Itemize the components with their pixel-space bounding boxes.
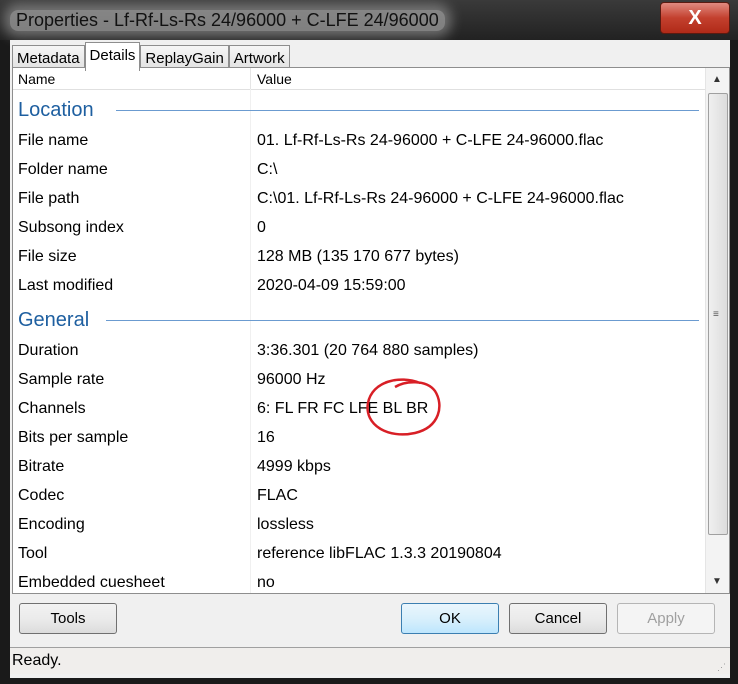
row-name: Channels [18, 400, 86, 417]
row-name: Codec [18, 487, 65, 504]
row-value: 3:36.301 (20 764 880 samples) [257, 342, 479, 359]
row-value: C:\01. Lf-Rf-Ls-Rs 24-96000 + C-LFE 24-9… [257, 190, 624, 207]
dialog-client: Metadata Details ReplayGain Artwork Name… [10, 40, 730, 678]
title-bar[interactable]: Properties - Lf-Rf-Ls-Rs 24/96000 + C-LF… [0, 0, 738, 40]
column-header-name[interactable]: Name [18, 71, 55, 87]
row-name: Last modified [18, 277, 114, 294]
row-name: Encoding [18, 516, 85, 533]
list-row[interactable]: Encoding lossless [13, 511, 705, 540]
row-name: Bits per sample [18, 429, 129, 446]
row-value: 2020-04-09 15:59:00 [257, 277, 406, 294]
status-text: Ready. [12, 652, 62, 669]
row-value: 16 [257, 429, 275, 446]
list-header: Name Value [13, 68, 705, 90]
row-name: Subsong index [18, 219, 124, 236]
scroll-down-icon[interactable]: ▼ [712, 576, 722, 587]
row-value: reference libFLAC 1.3.3 20190804 [257, 545, 502, 562]
cancel-button[interactable]: Cancel [509, 603, 607, 634]
row-name: Sample rate [18, 371, 105, 388]
scroll-thumb[interactable]: ≡ [708, 93, 728, 535]
row-value: C:\ [257, 161, 278, 178]
list-row[interactable]: Bitrate 4999 kbps [13, 453, 705, 482]
row-value: no [257, 574, 275, 591]
list-row[interactable]: File size 128 MB (135 170 677 bytes) [13, 243, 705, 272]
row-value: lossless [257, 516, 314, 533]
resize-grip-icon[interactable]: ⋰ [717, 662, 726, 673]
tab-bar: Metadata Details ReplayGain Artwork [12, 42, 290, 71]
row-name: File path [18, 190, 80, 207]
list-row[interactable]: Tool reference libFLAC 1.3.3 20190804 [13, 540, 705, 569]
row-value: 96000 Hz [257, 371, 326, 388]
row-name: Embedded cuesheet [18, 574, 165, 591]
list-row[interactable]: Bits per sample 16 [13, 424, 705, 453]
list-row[interactable]: Channels 6: FL FR FC LFE BL BR [13, 395, 705, 424]
row-value: 128 MB (135 170 677 bytes) [257, 248, 459, 265]
ok-button[interactable]: OK [401, 603, 499, 634]
list-row[interactable]: Embedded cuesheet no [13, 569, 705, 598]
list-row[interactable]: File name 01. Lf-Rf-Ls-Rs 24-96000 + C-LF… [13, 127, 705, 156]
list-row[interactable]: File path C:\01. Lf-Rf-Ls-Rs 24-96000 + C… [13, 185, 705, 214]
vertical-scrollbar[interactable]: ▲ ≡ ▼ [705, 68, 729, 593]
row-name: File name [18, 132, 89, 149]
status-bar: Ready. ⋰ [10, 647, 730, 674]
red-circle-annotation [366, 378, 441, 436]
list-row[interactable]: Duration 3:36.301 (20 764 880 samples) [13, 337, 705, 366]
list-row[interactable]: Folder name C:\ [13, 156, 705, 185]
column-header-value[interactable]: Value [257, 71, 292, 87]
row-name: File size [18, 248, 77, 265]
tools-button[interactable]: Tools [19, 603, 117, 634]
group-divider [106, 320, 699, 321]
row-value: 0 [257, 219, 266, 236]
list-row[interactable]: Last modified 2020-04-09 15:59:00 [13, 272, 705, 301]
group-divider [116, 110, 699, 111]
apply-button[interactable]: Apply [617, 603, 715, 634]
group-location: Location [18, 99, 94, 121]
row-name: Duration [18, 342, 79, 359]
row-value: 01. Lf-Rf-Ls-Rs 24-96000 + C-LFE 24-9600… [257, 132, 604, 149]
row-value: 4999 kbps [257, 458, 331, 475]
row-name: Folder name [18, 161, 108, 178]
list-row[interactable]: Sample rate 96000 Hz [13, 366, 705, 395]
row-name: Bitrate [18, 458, 65, 475]
row-name: Tool [18, 545, 48, 562]
list-row[interactable]: Codec FLAC [13, 482, 705, 511]
close-button[interactable]: X [660, 2, 730, 34]
tab-details[interactable]: Details [84, 42, 141, 71]
list-row[interactable]: Subsong index 0 [13, 214, 705, 243]
row-value: FLAC [257, 487, 298, 504]
scroll-up-icon[interactable]: ▲ [712, 74, 722, 85]
window-title: Properties - Lf-Rf-Ls-Rs 24/96000 + C-LF… [10, 10, 445, 31]
details-list[interactable]: Name Value Location File name 01. Lf-Rf-L… [12, 67, 730, 594]
group-general: General [18, 309, 90, 331]
